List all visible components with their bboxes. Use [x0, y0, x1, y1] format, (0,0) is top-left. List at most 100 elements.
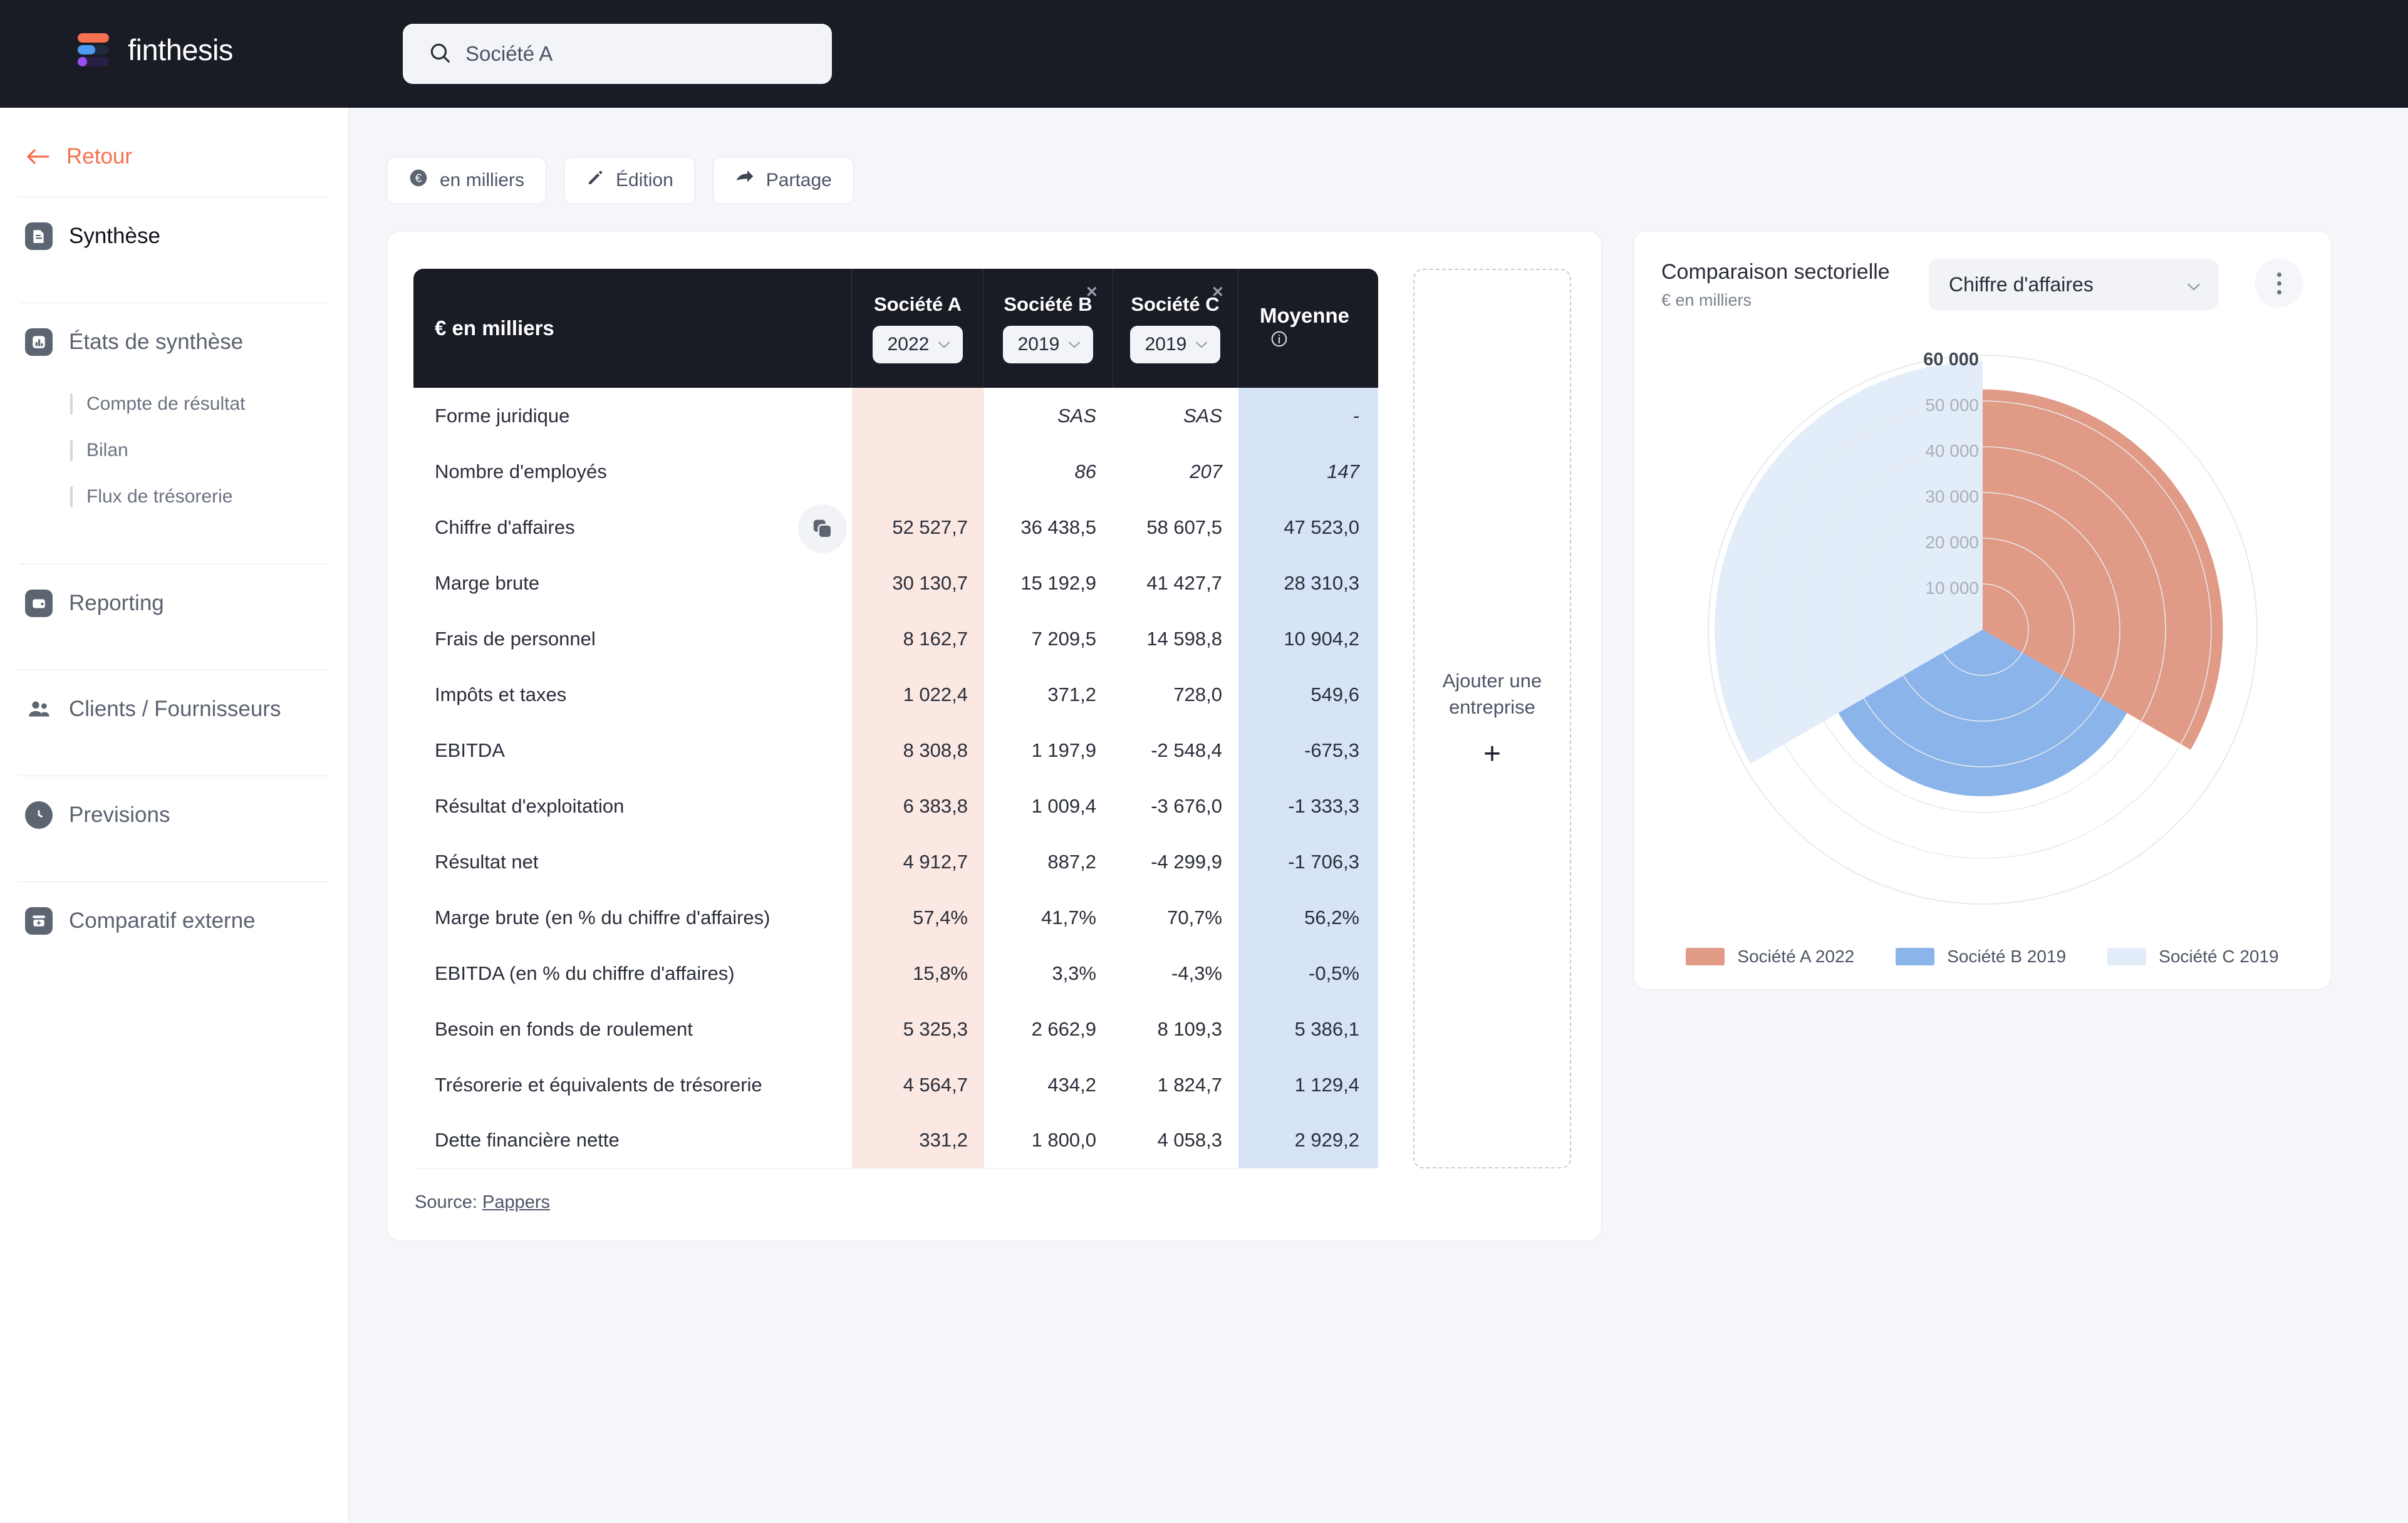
copy-icon[interactable]	[798, 504, 847, 553]
sidebar-item-etats-de-synthese[interactable]: États de synthèse	[0, 303, 348, 381]
column-header-moyenne: Moyenne	[1238, 269, 1378, 388]
legend-swatch	[1896, 948, 1935, 965]
chevron-down-icon	[2187, 273, 2201, 296]
table-row: Trésorerie et équivalents de trésorerie 4…	[413, 1057, 1378, 1113]
table-row: EBITDA (en % du chiffre d'affaires) 15,8%…	[413, 945, 1378, 1001]
edit-button[interactable]: Édition	[564, 157, 695, 204]
row-label: Besoin en fonds de roulement	[435, 1017, 693, 1040]
back-button[interactable]: Retour	[25, 144, 348, 169]
add-company-button[interactable]: Ajouter une entreprise +	[1413, 269, 1571, 1168]
chart-subtitle: € en milliers	[1661, 290, 1752, 309]
cell-societe-c: -4,3%	[1171, 962, 1222, 984]
year-select-societe-a[interactable]: 2022	[872, 326, 963, 363]
chart-svg: 10 000 20 000 30 000 40 000 50 000 60 000	[1708, 350, 2258, 905]
financial-comparison-table: € en milliers Société A 2022 ✕ Société B…	[413, 269, 1378, 1168]
cell-societe-a: 4 564,7	[852, 1057, 984, 1113]
legend-label: Société B 2019	[1947, 947, 2067, 966]
chart-radial-tick: 40 000	[1925, 441, 1979, 460]
remove-company-b-icon[interactable]: ✕	[1086, 285, 1098, 300]
comparison-table-card: € en milliers Société A 2022 ✕ Société B…	[387, 231, 1602, 1241]
row-label: Impôts et taxes	[435, 683, 567, 705]
source-link[interactable]: Pappers	[482, 1192, 550, 1212]
subitem-marker	[70, 393, 73, 415]
cell-moyenne: 10 904,2	[1238, 611, 1378, 667]
year-value: 2019	[1144, 334, 1187, 355]
search-input[interactable]: Société A	[403, 24, 832, 84]
cell-societe-c: 1 824,7	[1157, 1073, 1222, 1096]
cell-moyenne: 56,2%	[1238, 890, 1378, 945]
cell-societe-b: 3,3%	[1052, 962, 1096, 984]
sidebar-item-comparatif-externe[interactable]: Comparatif externe	[0, 882, 348, 960]
legend-item[interactable]: Société A 2022	[1686, 947, 1854, 967]
chart-radial-tick: 60 000	[1923, 350, 1979, 370]
remove-company-c-icon[interactable]: ✕	[1212, 285, 1224, 300]
cell-moyenne: -1 706,3	[1238, 834, 1378, 890]
row-label: Résultat net	[435, 850, 539, 873]
chevron-down-icon	[1069, 341, 1081, 348]
cell-societe-a: 6 383,8	[852, 778, 984, 834]
legend-item[interactable]: Société C 2019	[2107, 947, 2279, 967]
cell-societe-b: SAS	[1057, 404, 1096, 427]
cell-societe-c: 4 058,3	[1113, 1113, 1238, 1168]
table-corner-label: € en milliers	[413, 269, 852, 388]
cell-societe-c: 8 109,3	[1157, 1017, 1222, 1040]
brand-name: finthesis	[128, 33, 233, 66]
brand-logo[interactable]: finthesis	[74, 30, 233, 69]
sector-comparison-card: Comparaison sectorielle € en milliers Ch…	[1633, 231, 2332, 990]
legend-swatch	[1686, 948, 1725, 965]
unit-button-label: en milliers	[440, 170, 525, 190]
table-row: Forme juridique SAS SAS -	[413, 388, 1378, 444]
sidebar-item-synthese[interactable]: Synthèse	[0, 197, 348, 275]
clock-icon	[25, 801, 53, 829]
cell-societe-b: 434,2	[1047, 1073, 1096, 1096]
cell-moyenne: 5 386,1	[1238, 1001, 1378, 1057]
sidebar-subitem-compte-de-resultat[interactable]: Compte de résultat	[70, 381, 348, 427]
cell-societe-a: 331,2	[852, 1113, 984, 1168]
panels: € en milliers Société A 2022 ✕ Société B…	[387, 231, 2408, 1241]
legend-label: Société A 2022	[1737, 947, 1855, 966]
search-icon	[428, 41, 452, 68]
sidebar-item-reporting[interactable]: Reporting	[0, 564, 348, 642]
chart-title: Comparaison sectorielle	[1661, 260, 1890, 284]
column-header-societe-b[interactable]: ✕ Société B 2019	[984, 269, 1113, 388]
sidebar-item-label: Comparatif externe	[69, 908, 256, 933]
unit-button[interactable]: € en milliers	[387, 157, 547, 204]
sidebar-item-label: Reporting	[69, 591, 164, 615]
cell-societe-b: 1 197,9	[1031, 739, 1096, 761]
sidebar-item-clients-fournisseurs[interactable]: Clients / Fournisseurs	[0, 670, 348, 748]
table-row: Nombre d'employés 86 207 147	[413, 444, 1378, 499]
cell-societe-c: 728,0	[1173, 683, 1222, 705]
cell-societe-b: 86	[1074, 460, 1096, 482]
search-value: Société A	[465, 42, 553, 65]
cell-moyenne: -	[1238, 388, 1378, 444]
sidebar-subitem-flux-de-tresorerie[interactable]: Flux de trésorerie	[70, 474, 348, 520]
cell-societe-b: 7 209,5	[1031, 627, 1096, 650]
document-icon	[25, 222, 53, 250]
cell-societe-a	[852, 444, 984, 499]
year-select-societe-b[interactable]: 2019	[1002, 326, 1094, 363]
cell-moyenne: 2 929,2	[1238, 1113, 1378, 1168]
table-body: Forme juridique SAS SAS - Nombre d'employés 8…	[413, 388, 1378, 1168]
column-header-societe-c[interactable]: ✕ Société C 2019	[1113, 269, 1238, 388]
cell-moyenne: -1 333,3	[1238, 778, 1378, 834]
pencil-icon	[586, 169, 605, 192]
cell-moyenne: -0,5%	[1238, 945, 1378, 1001]
sidebar-subitem-bilan[interactable]: Bilan	[70, 427, 348, 474]
metric-select[interactable]: Chiffre d'affaires	[1929, 259, 2218, 310]
mean-label: Moyenne	[1260, 303, 1350, 327]
subitem-marker	[70, 440, 73, 461]
year-select-societe-c[interactable]: 2019	[1129, 326, 1221, 363]
share-button[interactable]: Partage	[712, 157, 854, 204]
chart-radial-tick: 10 000	[1925, 578, 1979, 598]
cell-moyenne: 549,6	[1238, 667, 1378, 722]
more-vertical-icon[interactable]	[2255, 259, 2303, 308]
table-row: Résultat net 4 912,7 887,2 -4 299,9 -1 706,3	[413, 834, 1378, 890]
sidebar-item-previsions[interactable]: Previsions	[0, 776, 348, 854]
column-header-societe-a[interactable]: Société A 2022	[852, 269, 984, 388]
cell-societe-c: -2 548,4	[1151, 739, 1222, 761]
table-row: Dette financière nette 331,2 1 800,0 4 058,…	[413, 1113, 1378, 1168]
cell-societe-c: -4 299,9	[1151, 850, 1222, 873]
info-icon[interactable]	[1270, 330, 1289, 353]
chevron-down-icon	[938, 341, 950, 348]
legend-item[interactable]: Société B 2019	[1896, 947, 2066, 967]
